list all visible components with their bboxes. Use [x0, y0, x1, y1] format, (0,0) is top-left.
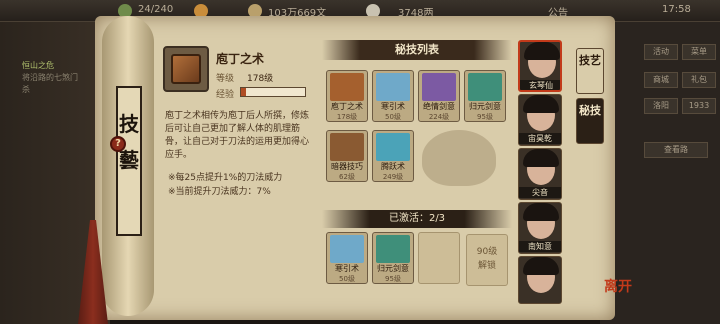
scroll-title-label: 技藝 — [116, 86, 142, 236]
skill-icon — [468, 73, 502, 101]
active-skill-card[interactable]: 归元剑意 95级 — [372, 232, 414, 284]
skill-level: 95级 — [385, 275, 401, 283]
skill-icon — [376, 133, 410, 161]
activity-button[interactable]: 活动 — [644, 44, 678, 60]
character-portrait[interactable]: 宙昊乾 — [518, 94, 562, 146]
level-label: 等级 — [216, 74, 235, 84]
skill-level: 249级 — [382, 173, 404, 181]
location-label: 洛阳 — [644, 98, 678, 114]
skill-name: 归元剑意 — [469, 102, 501, 111]
gift-button[interactable]: 礼包 — [682, 72, 716, 88]
character-name: 南知意 — [519, 241, 561, 252]
level-value: 178级 — [247, 74, 274, 84]
locked-skill-slot[interactable]: 90级 解锁 — [466, 234, 508, 286]
empty-skill-slot[interactable] — [418, 232, 460, 284]
character-portrait[interactable]: 玄琴仙 — [518, 40, 562, 92]
character-name: 玄琴仙 — [520, 80, 560, 90]
skill-icon — [330, 133, 364, 161]
coordinate-label: 1933 — [682, 98, 716, 114]
skill-icon — [376, 73, 410, 101]
skill-name: 绝情剑意 — [423, 102, 455, 111]
character-hair — [524, 42, 560, 60]
skill-card[interactable]: 腾跃术 249级 — [372, 130, 414, 182]
skill-level: 62级 — [339, 173, 355, 181]
character-portrait[interactable]: 南知意 — [518, 202, 562, 254]
character-portrait[interactable] — [518, 256, 562, 304]
quest-desc: 将沿路的七煞门 — [22, 73, 78, 82]
scroll-rod-left: 技藝 ? — [102, 16, 154, 316]
skill-level: 95级 — [477, 113, 493, 121]
menu-button[interactable]: 菜单 — [682, 44, 716, 60]
activated-count: 已激活：2/3 — [388, 213, 446, 224]
skill-list-header: 秘技列表 — [322, 40, 512, 60]
exp-label: 经验 — [216, 90, 235, 100]
skill-list-title: 秘技列表 — [395, 43, 439, 56]
close-button[interactable]: 离开 — [604, 276, 638, 304]
skill-card[interactable]: 寒引术 50级 — [372, 70, 414, 122]
character-name: 宙昊乾 — [519, 133, 561, 144]
skill-level: 50级 — [385, 113, 401, 121]
skill-title: 庖丁之术 — [216, 52, 265, 66]
skill-description: 庖丁之术相传为庖丁后人所撰，修炼后可让自己更加了解人体的肌理筋骨，让自己对于刀法… — [165, 111, 310, 160]
unlock-label: 解锁 — [477, 261, 496, 271]
skill-level: 178级 — [336, 113, 358, 121]
character-name: 尖音 — [519, 187, 561, 198]
tab-skills[interactable]: 技艺 — [576, 48, 604, 94]
bonus-line-2: ※当前提升刀法威力：7% — [168, 187, 271, 197]
skill-card[interactable]: 庖丁之术 178级 — [326, 70, 368, 122]
skill-card[interactable]: 归元剑意 95级 — [464, 70, 506, 122]
character-hair — [523, 257, 559, 275]
bonus-line-1: ※每25点提升1%的刀法威力 — [168, 173, 283, 183]
skill-name: 暗器技巧 — [331, 162, 363, 171]
skill-name: 寒引术 — [335, 264, 359, 273]
skill-card[interactable]: 绝情剑意 224级 — [418, 70, 460, 122]
book-icon — [171, 54, 201, 84]
shop-button[interactable]: 商城 — [644, 72, 678, 88]
active-skill-card[interactable]: 寒引术 50级 — [326, 232, 368, 284]
skill-icon — [422, 73, 456, 101]
activated-header: 已激活：2/3 — [322, 210, 512, 228]
skill-name: 寒引术 — [381, 102, 405, 111]
character-hair — [523, 203, 559, 221]
teapot-watermark — [422, 130, 496, 186]
selected-skill-icon-frame — [163, 46, 209, 92]
skill-card[interactable]: 暗器技巧 62级 — [326, 130, 368, 182]
skill-level: 50级 — [339, 275, 355, 283]
skill-level: 224级 — [428, 113, 450, 121]
exp-bar — [240, 87, 306, 97]
quest-desc-2: 杀 — [22, 85, 30, 94]
skill-icon — [376, 235, 410, 263]
tab-secret-skills[interactable]: 秘技 — [576, 98, 604, 144]
skill-name: 腾跃术 — [381, 162, 405, 171]
skill-icon — [330, 235, 364, 263]
skill-name: 庖丁之术 — [331, 102, 363, 111]
skill-name: 归元剑意 — [377, 264, 409, 273]
character-portrait[interactable]: 尖音 — [518, 148, 562, 200]
energy-counter: 24/240 — [138, 4, 174, 15]
skill-icon — [330, 73, 364, 101]
character-hair — [523, 95, 559, 113]
help-button[interactable]: ? — [110, 136, 126, 152]
quest-tracker[interactable]: 恒山之危 将沿路的七煞门 杀 — [22, 60, 102, 96]
character-hair — [523, 149, 559, 167]
clock: 17:58 — [662, 4, 691, 15]
exp-bar-fill — [241, 88, 247, 96]
quest-title: 恒山之危 — [22, 61, 54, 70]
unlock-level: 90级 — [476, 247, 498, 257]
check-route-button[interactable]: 查看路 — [644, 142, 708, 158]
